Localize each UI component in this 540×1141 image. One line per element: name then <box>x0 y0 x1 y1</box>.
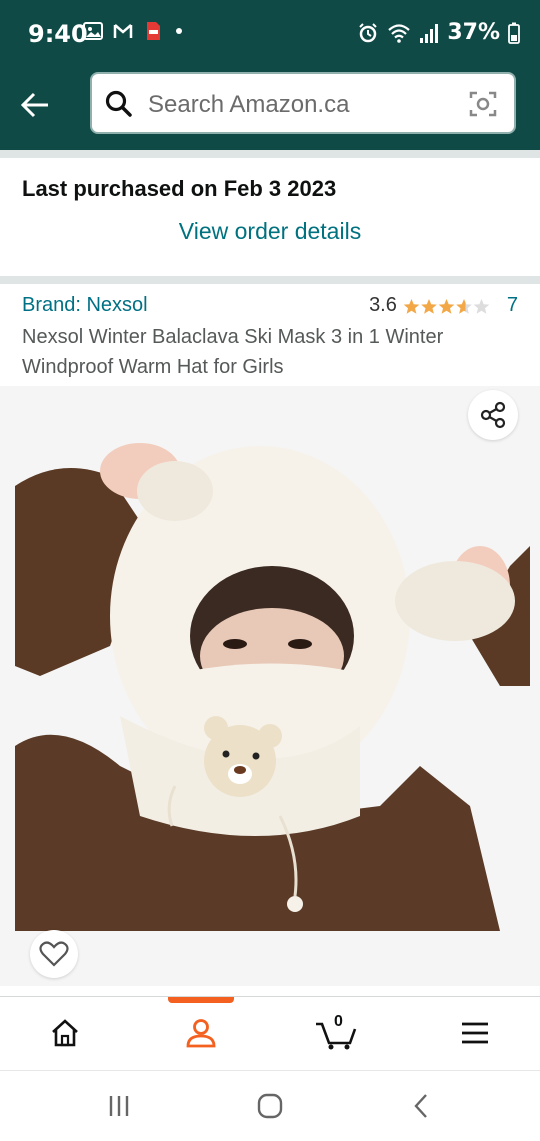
camera-search-icon[interactable] <box>468 89 498 119</box>
notification-icons <box>82 20 182 42</box>
status-right: 37% <box>357 20 520 45</box>
bottom-nav: 0 <box>0 996 540 1071</box>
nav-menu[interactable] <box>445 1011 505 1055</box>
review-count[interactable]: 7 <box>507 294 518 317</box>
purchase-history-card: Last purchased on Feb 3 2023 View order … <box>0 158 540 276</box>
wifi-icon <box>388 23 411 43</box>
system-home-icon <box>257 1093 283 1119</box>
cart-count: 0 <box>334 1013 343 1030</box>
last-purchased-label: Last purchased on Feb 3 2023 <box>22 176 337 201</box>
home-icon <box>52 1019 78 1047</box>
recent-apps-icon <box>109 1096 129 1116</box>
brand-link[interactable]: Brand: Nexsol <box>22 294 148 317</box>
view-order-details-link[interactable]: View order details <box>0 218 540 245</box>
active-tab-indicator <box>168 997 234 1003</box>
heart-icon <box>39 941 69 967</box>
product-image[interactable] <box>0 386 540 986</box>
menu-icon <box>462 1022 488 1044</box>
pdf-icon <box>147 22 160 40</box>
battery-icon <box>508 22 520 44</box>
app-header <box>0 68 540 150</box>
stars-icon <box>403 298 490 314</box>
status-time: 9:40 <box>28 20 88 48</box>
share-button[interactable] <box>468 390 518 440</box>
product-image-gallery[interactable] <box>0 386 540 986</box>
share-icon <box>480 401 506 429</box>
nav-home[interactable] <box>35 1011 95 1055</box>
alarm-icon <box>359 22 378 42</box>
gallery-icon <box>83 22 103 40</box>
search-bar[interactable] <box>90 72 516 134</box>
battery-percent: 37% <box>447 20 500 45</box>
rating-number: 3.6 <box>369 294 397 316</box>
system-back-icon <box>414 1094 427 1118</box>
account-icon <box>186 1019 216 1048</box>
recent-apps-button[interactable] <box>99 1089 139 1123</box>
system-nav-bar <box>0 1070 540 1141</box>
search-icon[interactable] <box>104 89 134 119</box>
more-notifications-dot <box>176 28 182 34</box>
system-back-button[interactable] <box>401 1089 441 1123</box>
product-info: Brand: Nexsol 3.6 7 Nexsol Winter Balacl… <box>0 284 540 386</box>
nav-cart[interactable]: 0 <box>306 1011 366 1055</box>
rating-summary[interactable]: 3.6 7 <box>369 294 518 317</box>
section-divider <box>0 276 540 284</box>
home-button[interactable] <box>250 1089 290 1123</box>
star-rating <box>403 297 491 315</box>
search-input[interactable] <box>146 84 450 126</box>
signal-icon <box>420 23 439 43</box>
back-arrow-icon[interactable] <box>18 88 52 122</box>
status-bar: 9:40 37% <box>0 0 540 68</box>
section-divider <box>0 150 540 158</box>
add-to-list-button[interactable] <box>30 930 78 978</box>
nav-account[interactable] <box>171 1011 231 1055</box>
product-title: Nexsol Winter Balaclava Ski Mask 3 in 1 … <box>22 326 444 378</box>
gmail-icon <box>113 24 133 38</box>
